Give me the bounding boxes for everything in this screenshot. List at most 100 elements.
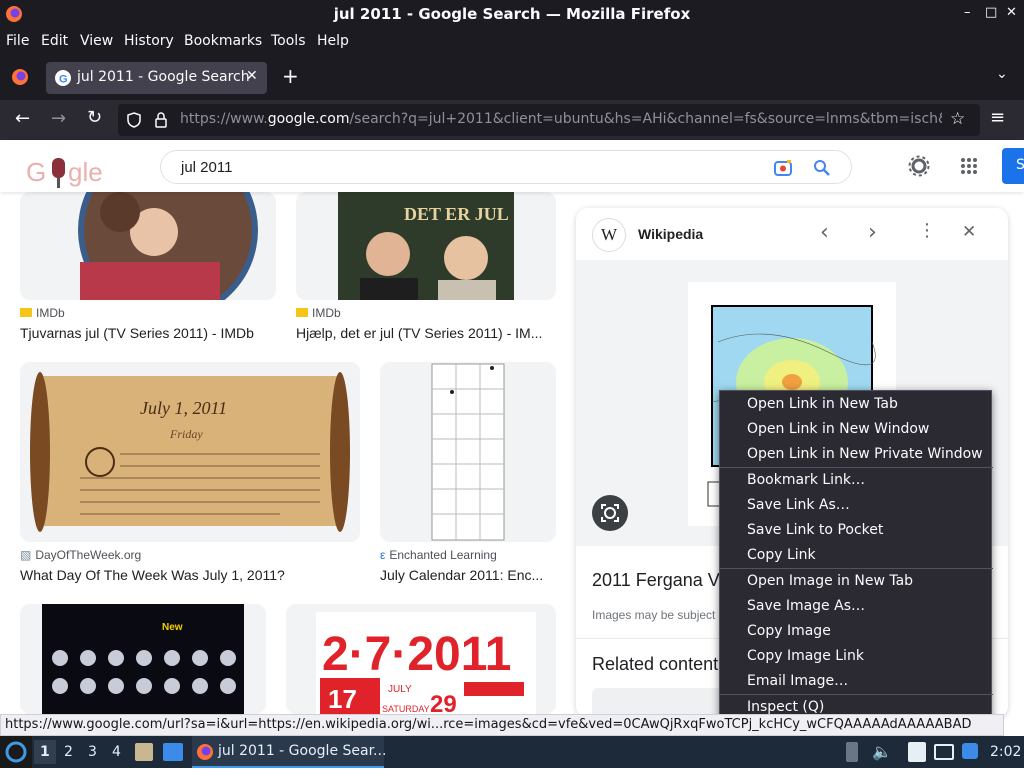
- svg-text:JULY: JULY: [388, 684, 412, 695]
- settings-gear-icon[interactable]: [908, 155, 930, 177]
- previous-chevron-icon[interactable]: ‹: [820, 220, 829, 245]
- back-icon[interactable]: ←: [15, 108, 30, 129]
- new-tab-icon[interactable]: +: [282, 64, 299, 88]
- task-label: jul 2011 - Google Sear...: [218, 743, 387, 759]
- result-meta-3: ▧ DayOfTheWeek.org What Day Of The Week W…: [20, 548, 360, 583]
- tab-google-search[interactable]: G jul 2011 - Google Search ✕: [46, 62, 267, 94]
- volume-icon[interactable]: 🔈: [872, 742, 892, 761]
- menu-bookmarks[interactable]: Bookmarks: [184, 33, 262, 49]
- close-panel-icon[interactable]: ✕: [962, 222, 976, 242]
- hjaelp-poster-image: DET ER JUL: [338, 192, 514, 300]
- clock[interactable]: 2:02: [990, 744, 1021, 760]
- search-box[interactable]: jul 2011: [160, 150, 852, 184]
- menu-open-link-new-tab[interactable]: Open Link in New Tab: [747, 393, 898, 415]
- menu-open-image-new-tab[interactable]: Open Image in New Tab: [747, 570, 913, 592]
- url-bar[interactable]: https://www.google.com/search?q=jul+2011…: [118, 104, 980, 136]
- result-meta-4: ε Enchanted Learning July Calendar 2011: …: [380, 548, 556, 583]
- result-image-moon-calendar[interactable]: New: [20, 604, 266, 714]
- menu-save-link-as[interactable]: Save Link As…: [747, 494, 850, 516]
- next-chevron-icon[interactable]: ›: [868, 220, 877, 245]
- result-image-hjaelp[interactable]: DET ER JUL: [296, 192, 556, 300]
- panel-source[interactable]: Wikipedia: [638, 226, 703, 242]
- menu-view[interactable]: View: [80, 33, 113, 49]
- minimize-icon[interactable]: –: [964, 5, 971, 20]
- url-path: /search?q=jul+2011&client=ubuntu&hs=AHi&…: [349, 111, 942, 127]
- forward-icon[interactable]: →: [51, 108, 66, 129]
- search-input[interactable]: jul 2011: [181, 159, 232, 176]
- svg-text:G: G: [59, 74, 68, 86]
- calendar-grid-image: [431, 363, 505, 541]
- file-manager-icon[interactable]: [135, 743, 153, 761]
- apps-grid-icon[interactable]: [960, 157, 978, 175]
- svg-text:DET ER JUL: DET ER JUL: [404, 204, 509, 224]
- bookmark-star-icon[interactable]: ☆: [950, 109, 965, 129]
- status-url-text: https://www.google.com/url?sa=i&url=http…: [5, 717, 972, 732]
- menu-save-image-as[interactable]: Save Image As…: [747, 595, 865, 617]
- sign-in-button[interactable]: S: [1002, 148, 1024, 184]
- related-content-heading: Related content: [592, 654, 719, 674]
- maximize-icon[interactable]: □: [985, 5, 997, 20]
- list-tabs-chevron-icon[interactable]: ⌄: [996, 66, 1008, 82]
- moon-calendar-image: New: [42, 604, 244, 714]
- menubar: File Edit View History Bookmarks Tools H…: [0, 29, 1024, 54]
- url-prefix: https://www.: [180, 111, 268, 127]
- result-title-link[interactable]: Hjælp, det er jul (TV Series 2011) - IM.…: [296, 325, 556, 341]
- result-title-link[interactable]: What Day Of The Week Was July 1, 2011?: [20, 567, 360, 583]
- window-title: jul 2011 - Google Search — Mozilla Firef…: [333, 5, 691, 23]
- menu-open-link-private-window[interactable]: Open Link in New Private Window: [747, 443, 983, 465]
- firefox-view-icon[interactable]: [11, 68, 29, 86]
- menu-open-link-new-window[interactable]: Open Link in New Window: [747, 418, 929, 440]
- menu-bookmark-link[interactable]: Bookmark Link…: [747, 469, 865, 491]
- lock-icon[interactable]: [154, 111, 168, 129]
- google-lens-icon[interactable]: [773, 158, 793, 178]
- more-options-icon[interactable]: ⋮: [918, 220, 936, 241]
- show-desktop-icon[interactable]: [163, 743, 183, 761]
- lens-icon: [601, 504, 619, 522]
- lens-search-button[interactable]: [592, 495, 628, 531]
- result-title-link[interactable]: Tjuvarnas jul (TV Series 2011) - IMDb: [20, 325, 276, 341]
- workspace-3[interactable]: 3: [88, 744, 97, 760]
- menu-tools[interactable]: Tools: [271, 33, 306, 49]
- menu-history[interactable]: History: [124, 33, 174, 49]
- taskbar-firefox-task[interactable]: jul 2011 - Google Sear...: [192, 736, 387, 768]
- result-source: ▧ DayOfTheWeek.org: [20, 548, 142, 562]
- tamil-calendar-image: 2·7·2011 17 JULY SATURDAY 29: [316, 612, 536, 714]
- start-menu-button[interactable]: [0, 736, 32, 768]
- result-image-dayoftheweek[interactable]: July 1, 2011 Friday: [20, 362, 360, 542]
- scroll-indicator-icon[interactable]: [846, 742, 858, 762]
- result-image-tamil-calendar[interactable]: 2·7·2011 17 JULY SATURDAY 29: [286, 604, 556, 714]
- imdb-icon: [20, 308, 32, 317]
- menu-copy-image-link[interactable]: Copy Image Link: [747, 645, 864, 667]
- result-image-tjuvarnas[interactable]: [20, 192, 276, 300]
- close-tab-icon[interactable]: ✕: [246, 68, 258, 84]
- shield-icon[interactable]: [126, 112, 142, 128]
- network-icon[interactable]: [934, 744, 954, 760]
- svg-text:Friday: Friday: [169, 427, 203, 441]
- close-window-icon[interactable]: ✕: [1006, 5, 1017, 20]
- notification-icon[interactable]: [962, 743, 978, 759]
- menu-save-link-pocket[interactable]: Save Link to Pocket: [747, 519, 883, 541]
- clipboard-icon[interactable]: [908, 742, 926, 762]
- tab-title: jul 2011 - Google Search: [77, 69, 250, 85]
- menu-email-image[interactable]: Email Image…: [747, 670, 848, 692]
- result-title-link[interactable]: July Calendar 2011: Enc...: [380, 567, 556, 583]
- menu-copy-link[interactable]: Copy Link: [747, 544, 816, 566]
- menu-file[interactable]: File: [6, 33, 29, 49]
- panel-title-link[interactable]: 2011 Fergana Va: [592, 570, 728, 591]
- status-link-preview: https://www.google.com/url?sa=i&url=http…: [0, 714, 1004, 736]
- result-image-enchanted[interactable]: [380, 362, 556, 542]
- workspace-4[interactable]: 4: [112, 744, 121, 760]
- google-favicon-icon: G: [55, 70, 71, 86]
- result-meta-2: IMDb Hjælp, det er jul (TV Series 2011) …: [296, 306, 556, 341]
- menu-edit[interactable]: Edit: [41, 33, 68, 49]
- search-icon[interactable]: [813, 159, 831, 177]
- menu-separator: [720, 568, 993, 569]
- svg-text:gle: gle: [68, 157, 103, 187]
- reload-icon[interactable]: ↻: [87, 107, 102, 128]
- workspace-2[interactable]: 2: [64, 744, 73, 760]
- google-doodle-logo[interactable]: G gle: [24, 152, 116, 188]
- menu-help[interactable]: Help: [317, 33, 349, 49]
- svg-text:New: New: [162, 622, 183, 633]
- menu-copy-image[interactable]: Copy Image: [747, 620, 831, 642]
- app-menu-icon[interactable]: ≡: [990, 107, 1005, 128]
